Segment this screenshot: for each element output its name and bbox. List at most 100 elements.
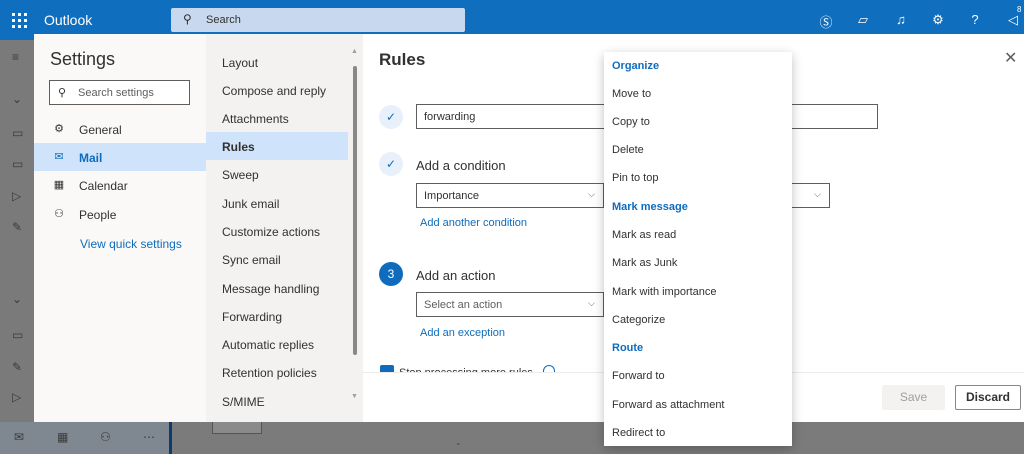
subsection-layout[interactable]: Layout — [206, 48, 348, 76]
close-icon[interactable]: ✕ — [1004, 48, 1017, 68]
menu-group-header: Mark message — [604, 193, 792, 221]
add-another-condition-link[interactable]: Add another condition — [420, 217, 527, 229]
subsection-label: Automatic replies — [222, 338, 315, 352]
stop-processing-label: Stop processing more rules — [399, 365, 539, 372]
settings-category-calendar[interactable]: ▦ Calendar — [34, 171, 206, 199]
settings-dialog: Settings ⚲ Search settings ⚙ General ✉ M… — [34, 34, 1024, 422]
chevron-down-icon: ⌵ — [588, 189, 595, 199]
mail-icon: ✉ — [54, 151, 64, 163]
rule-name-value: forwarding — [424, 111, 476, 123]
settings-title: Settings — [50, 49, 116, 69]
menu-item-delete[interactable]: Delete — [604, 136, 792, 164]
menu-item-move-to[interactable]: Move to — [604, 80, 792, 108]
condition-select[interactable]: Importance ⌵ — [416, 183, 604, 208]
chevron-down-icon: ⌄ — [12, 92, 23, 106]
subsection-label: Junk email — [222, 197, 280, 211]
menu-item-label: Copy to — [612, 116, 650, 128]
scroll-down-arrow-icon[interactable]: ▼ — [351, 393, 358, 400]
menu-item-mark-as-junk[interactable]: Mark as Junk — [604, 249, 792, 277]
subsection-message-handling[interactable]: Message handling — [206, 274, 348, 302]
skype-icon[interactable]: Ⓢ — [818, 12, 834, 31]
action-dropdown-menu: Organize Move to Copy to Delete Pin to t… — [604, 52, 792, 446]
menu-group-header-label: Organize — [612, 60, 660, 72]
menu-item-label: Pin to top — [612, 172, 659, 184]
menu-item-label: Mark as Junk — [612, 257, 678, 269]
settings-category-label: People — [79, 208, 117, 222]
action-select[interactable]: Select an action ⌵ — [416, 292, 604, 317]
subsection-sync-email[interactable]: Sync email — [206, 245, 348, 273]
menu-item-label: Redirect to — [612, 427, 666, 439]
gear-icon[interactable]: ⚙ — [930, 12, 946, 28]
calendar-icon: ▦ — [57, 430, 69, 444]
settings-category-mail[interactable]: ✉ Mail — [34, 143, 206, 171]
feedback-icon[interactable]: ▱ — [855, 12, 871, 28]
subsections-scrollbar[interactable] — [353, 66, 357, 355]
subsection-sweep[interactable]: Sweep — [206, 160, 348, 188]
bell-icon[interactable]: ♫ — [893, 12, 909, 27]
settings-category-label: Mail — [79, 151, 103, 165]
help-icon[interactable]: ? — [967, 12, 983, 27]
inbox-icon: ▭ — [12, 126, 24, 140]
menu-group-header: Organize — [604, 52, 792, 80]
save-button[interactable]: Save — [882, 385, 945, 410]
mail-search-box[interactable]: ⚲ Search — [171, 8, 465, 32]
app-launcher-button[interactable] — [0, 0, 38, 40]
subsection-smime[interactable]: S/MIME — [206, 387, 348, 415]
subsection-label: Sweep — [222, 168, 259, 182]
menu-item-pin-to-top[interactable]: Pin to top — [604, 164, 792, 192]
menu-item-copy-to[interactable]: Copy to — [604, 108, 792, 136]
subsection-junk-email[interactable]: Junk email — [206, 189, 348, 217]
menu-group-header-label: Route — [612, 342, 644, 354]
menu-item-label: Delete — [612, 144, 644, 156]
search-icon: ⚲ — [58, 87, 67, 99]
megaphone-icon[interactable]: ◁ — [1005, 12, 1021, 28]
more-icon: ⋯ — [143, 430, 155, 444]
menu-item-forward-to[interactable]: Forward to — [604, 362, 792, 390]
subsection-attachments[interactable]: Attachments — [206, 104, 348, 132]
subsection-label: Forwarding — [222, 310, 283, 324]
action-placeholder: Select an action — [424, 299, 503, 311]
subsection-label: Retention policies — [222, 366, 317, 380]
subsection-compose-and-reply[interactable]: Compose and reply — [206, 76, 348, 104]
view-quick-settings-link[interactable]: View quick settings — [80, 237, 182, 251]
menu-group-header-label: Mark message — [612, 201, 688, 213]
subsection-rules[interactable]: Rules — [206, 132, 348, 160]
menu-item-forward-as-attachment[interactable]: Forward as attachment — [604, 391, 792, 419]
settings-search-input[interactable]: ⚲ Search settings — [49, 80, 190, 105]
menu-item-mark-with-importance[interactable]: Mark with importance — [604, 278, 792, 306]
inbox-icon: ▭ — [12, 328, 24, 342]
subsection-retention-policies[interactable]: Retention policies — [206, 358, 348, 386]
subsection-automatic-replies[interactable]: Automatic replies — [206, 330, 348, 358]
add-condition-label: Add a condition — [416, 158, 506, 173]
menu-item-categorize[interactable]: Categorize — [604, 306, 792, 334]
settings-category-label: General — [79, 123, 122, 137]
settings-search-placeholder: Search settings — [78, 87, 154, 99]
calendar-icon: ▦ — [53, 179, 65, 191]
subsection-customize-actions[interactable]: Customize actions — [206, 217, 348, 245]
settings-category-people[interactable]: ⚇ People — [34, 200, 206, 228]
waffle-icon — [11, 12, 27, 28]
menu-item-label: Forward to — [612, 370, 665, 382]
menu-item-mark-as-read[interactable]: Mark as read — [604, 221, 792, 249]
chevron-down-icon: ⌵ — [588, 298, 595, 308]
hamburger-icon: ≡ — [12, 50, 20, 64]
app-title[interactable]: Outlook — [44, 12, 92, 28]
subsection-label: Customize actions — [222, 225, 321, 239]
subsection-forwarding[interactable]: Forwarding — [206, 302, 348, 330]
discard-button[interactable]: Discard — [955, 385, 1021, 410]
pencil-icon: ✎ — [12, 220, 23, 234]
settings-category-general[interactable]: ⚙ General — [34, 115, 206, 143]
condition-value: Importance — [424, 190, 480, 202]
rules-title: Rules — [379, 50, 426, 69]
add-exception-link[interactable]: Add an exception — [420, 327, 505, 339]
subsection-label: Attachments — [222, 112, 289, 126]
subsection-label: Compose and reply — [222, 84, 327, 98]
menu-item-redirect-to[interactable]: Redirect to — [604, 419, 792, 447]
scroll-up-arrow-icon[interactable]: ▲ — [351, 48, 358, 55]
checkmark-icon: ✓ — [379, 152, 403, 176]
background-card — [212, 422, 262, 434]
menu-item-label: Move to — [612, 88, 652, 100]
info-icon[interactable] — [543, 365, 555, 372]
send-icon: ▷ — [12, 390, 22, 404]
menu-item-label: Mark with importance — [612, 286, 717, 298]
